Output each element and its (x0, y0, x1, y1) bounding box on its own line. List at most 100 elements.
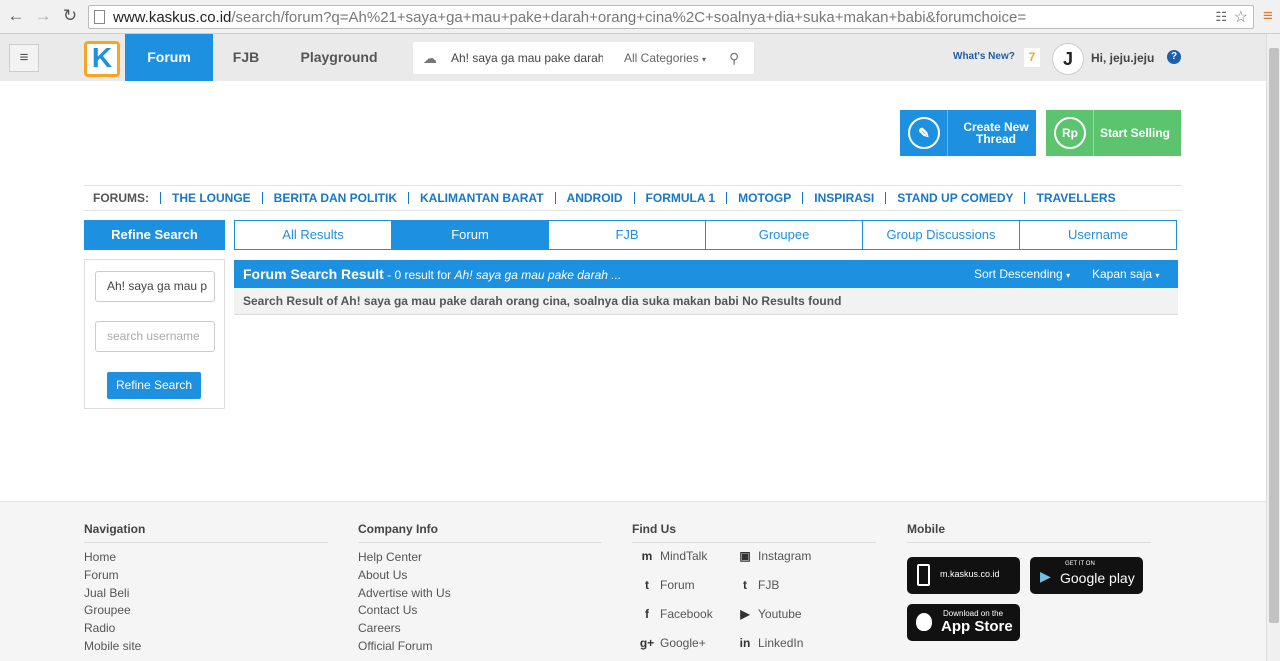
youtube-link[interactable]: ▶ Youtube (736, 607, 801, 621)
create-thread-button[interactable]: ✎ Create New Thread (900, 110, 1036, 156)
mindtalk-link[interactable]: m MindTalk (638, 549, 708, 563)
footer-link[interactable]: Mobile site (84, 638, 328, 656)
footer-link[interactable]: Careers (358, 620, 602, 638)
forum-link[interactable]: KALIMANTAN BARAT (408, 192, 555, 204)
tab-groupee[interactable]: Groupee (705, 221, 862, 249)
result-header: Forum Search Result - 0 result for Ah! s… (234, 260, 1178, 288)
notification-count[interactable]: 7 (1024, 48, 1040, 67)
hamburger-menu-icon[interactable]: ≡ (9, 44, 39, 72)
footer-link[interactable]: Radio (84, 620, 328, 638)
forums-label: FORUMS: (93, 191, 149, 205)
forward-arrow-icon[interactable]: → (33, 6, 53, 26)
tab-forum[interactable]: Forum (125, 34, 213, 81)
footer-navigation: Navigation Home Forum Jual Beli Groupee … (84, 522, 328, 656)
footer-heading: Find Us (632, 522, 876, 543)
phone-icon (917, 564, 930, 586)
twitter-icon: t (743, 578, 747, 592)
url-text: www.kaskus.co.id/search/forum?q=Ah%21+sa… (113, 9, 1027, 26)
footer-heading: Mobile (907, 522, 1151, 543)
footer-findus: Find Us (632, 522, 876, 543)
menu-icon[interactable]: ≡ (1258, 6, 1278, 26)
forum-link[interactable]: TRAVELLERS (1024, 192, 1126, 204)
username-field[interactable]: search username (95, 321, 215, 352)
browser-toolbar: ← → ↻ www.kaskus.co.id/search/forum?q=Ah… (0, 0, 1280, 34)
result-tabs: All Results Forum FJB Groupee Group Disc… (234, 220, 1177, 250)
forum-link[interactable]: FORMULA 1 (633, 192, 727, 204)
apple-icon (916, 613, 932, 631)
mobile-site-badge[interactable]: m.kaskus.co.id (907, 557, 1020, 594)
tab-all-results[interactable]: All Results (235, 221, 391, 249)
app-store-badge[interactable]: Download on the App Store (907, 604, 1020, 641)
search-bar: ☁ Ah! saya ga mau pake darah All Categor… (413, 42, 754, 74)
linkedin-link[interactable]: in LinkedIn (736, 636, 804, 650)
forum-link[interactable]: MOTOGP (726, 192, 802, 204)
avatar[interactable]: J (1052, 43, 1084, 75)
twitter-icon: t (645, 578, 649, 592)
forum-link[interactable]: BERITA DAN POLITIK (261, 192, 408, 204)
footer-link[interactable]: About Us (358, 567, 602, 585)
user-greeting[interactable]: Hi, jeju.jeju (1091, 51, 1154, 65)
start-selling-button[interactable]: Rp Start Selling (1046, 110, 1181, 156)
play-icon: ▶ (1040, 568, 1051, 584)
refine-search-button[interactable]: Refine Search (107, 372, 201, 399)
footer-link[interactable]: Help Center (358, 549, 602, 567)
google-plus-icon: g+ (639, 636, 655, 650)
footer-link[interactable]: Contact Us (358, 602, 602, 620)
translate-icon[interactable]: ☷ (1215, 9, 1227, 25)
rupiah-icon: Rp (1054, 117, 1086, 149)
google-plus-link[interactable]: g+ Google+ (638, 636, 706, 650)
refine-search-panel: Ah! saya ga mau p search username Refine… (84, 259, 225, 409)
instagram-link[interactable]: ▣ Instagram (736, 549, 811, 563)
page-icon (94, 10, 105, 24)
footer-company: Company Info Help Center About Us Advert… (358, 522, 602, 656)
tab-fjb[interactable]: FJB (226, 34, 266, 81)
footer-link[interactable]: Advertise with Us (358, 585, 602, 603)
query-field[interactable]: Ah! saya ga mau p (95, 271, 215, 302)
footer-link[interactable]: Groupee (84, 602, 328, 620)
scrollbar[interactable] (1266, 34, 1280, 661)
youtube-icon: ▶ (740, 607, 750, 621)
tab-forum-results[interactable]: Forum (391, 221, 548, 249)
tab-fjb-results[interactable]: FJB (548, 221, 705, 249)
forum-link[interactable]: ANDROID (554, 192, 634, 204)
result-title: Forum Search Result (243, 266, 384, 282)
tab-playground[interactable]: Playground (292, 34, 386, 81)
footer-link[interactable]: Forum (84, 567, 328, 585)
create-thread-label: Create New Thread (947, 110, 1036, 156)
google-play-badge[interactable]: ▶ GET IT ON Google play (1030, 557, 1143, 594)
footer-link[interactable]: Home (84, 549, 328, 567)
footer-link[interactable]: Jual Beli (84, 585, 328, 603)
result-message: Search Result of Ah! saya ga mau pake da… (234, 288, 1178, 315)
start-selling-label: Start Selling (1093, 110, 1181, 156)
whats-new-link[interactable]: What's New? (953, 51, 1015, 62)
help-icon[interactable]: ? (1167, 50, 1181, 64)
forum-link[interactable]: INSPIRASI (802, 192, 885, 204)
tab-username[interactable]: Username (1019, 221, 1176, 249)
facebook-link[interactable]: f Facebook (638, 607, 713, 621)
search-input[interactable]: Ah! saya ga mau pake darah (451, 42, 603, 74)
pencil-icon: ✎ (908, 117, 940, 149)
twitter-fjb-link[interactable]: t FJB (736, 578, 779, 592)
result-summary: - 0 result for (383, 268, 455, 282)
scrollbar-thumb[interactable] (1269, 48, 1279, 623)
footer-mobile: Mobile (907, 522, 1151, 543)
forum-link[interactable]: STAND UP COMEDY (885, 192, 1024, 204)
footer-link[interactable]: Official Forum (358, 638, 602, 656)
address-bar[interactable]: www.kaskus.co.id/search/forum?q=Ah%21+sa… (88, 5, 1254, 29)
linkedin-icon: in (739, 636, 751, 650)
result-query: Ah! saya ga mau pake darah ... (454, 268, 622, 282)
search-icon[interactable]: ⚲ (729, 42, 739, 74)
footer-heading: Company Info (358, 522, 602, 543)
mindtalk-icon: m (641, 549, 653, 563)
bookmark-star-icon[interactable]: ☆ (1234, 7, 1248, 27)
back-arrow-icon[interactable]: ← (6, 6, 26, 26)
category-select[interactable]: All Categories ▾ (624, 42, 706, 76)
twitter-forum-link[interactable]: t Forum (638, 578, 695, 592)
forum-link[interactable]: THE LOUNGE (160, 192, 262, 204)
sort-dropdown[interactable]: Sort Descending ▾ (974, 260, 1070, 290)
facebook-icon: f (645, 607, 649, 621)
tab-group-discussions[interactable]: Group Discussions (862, 221, 1019, 249)
time-dropdown[interactable]: Kapan saja ▾ (1092, 260, 1159, 290)
reload-icon[interactable]: ↻ (60, 6, 80, 26)
kaskus-logo[interactable]: K (84, 41, 120, 77)
